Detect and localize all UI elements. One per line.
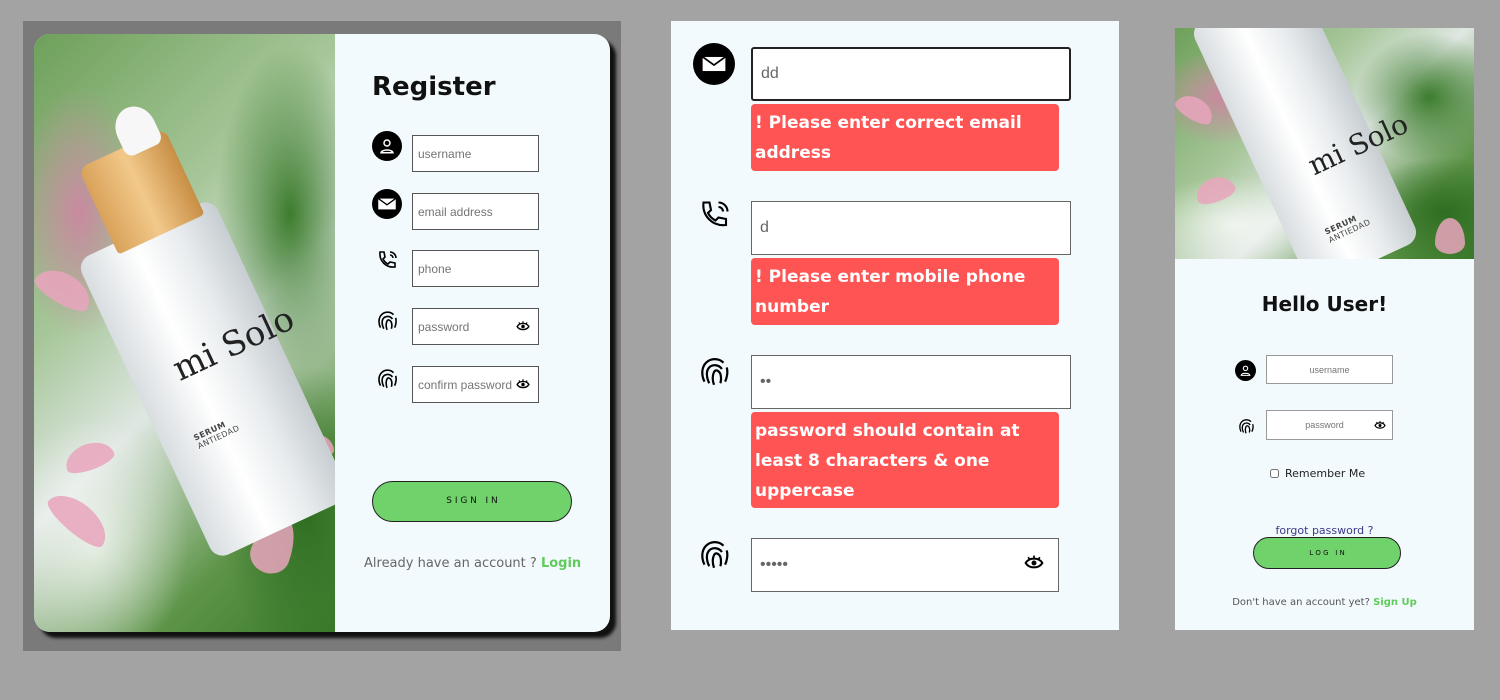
login-username-input[interactable] — [1267, 356, 1392, 383]
eye-icon[interactable] — [1024, 555, 1044, 576]
user-icon — [1235, 360, 1256, 381]
product-photo: mi Solo SERUM ANTIEDAD — [1175, 28, 1474, 259]
phone-icon — [693, 195, 735, 237]
register-title: Register — [372, 72, 496, 102]
login-username-field[interactable] — [1266, 355, 1393, 384]
login-password-field[interactable] — [1266, 410, 1393, 440]
phone-input-error[interactable] — [752, 202, 1070, 254]
remember-me-label: Remember Me — [1285, 467, 1366, 480]
sign-in-button[interactable]: S I G N I N — [372, 481, 572, 522]
password-input-error[interactable] — [752, 356, 1070, 408]
email-input-error[interactable] — [753, 49, 1069, 99]
login-link[interactable]: Login — [541, 556, 581, 571]
username-input[interactable] — [413, 136, 538, 171]
sign-up-link[interactable]: Sign Up — [1373, 597, 1417, 608]
fingerprint-icon — [372, 304, 402, 334]
fingerprint-icon — [693, 531, 735, 573]
email-field-error[interactable] — [751, 47, 1071, 101]
already-have-account: Already have an account ? Login — [364, 556, 582, 571]
password-error-message: password should contain at least 8 chara… — [751, 412, 1059, 508]
eye-icon[interactable] — [516, 375, 530, 394]
eye-icon[interactable] — [1374, 416, 1386, 435]
fingerprint-icon — [693, 348, 735, 390]
envelope-icon — [693, 43, 735, 85]
remember-me-checkbox[interactable] — [1270, 469, 1279, 478]
log-in-button[interactable]: L O G I N — [1253, 537, 1401, 569]
password-field[interactable] — [412, 308, 539, 345]
product-photo: mi Solo SERUM ANTIEDAD — [34, 34, 335, 632]
user-icon — [372, 131, 402, 161]
fingerprint-icon — [372, 362, 402, 392]
login-title: Hello User! — [1261, 292, 1388, 316]
email-error-message: ! Please enter correct email address — [751, 104, 1059, 171]
dont-have-account: Don't have an account yet? Sign Up — [1232, 597, 1417, 608]
username-field[interactable] — [412, 135, 539, 172]
password-field-error[interactable] — [751, 355, 1071, 409]
email-input[interactable] — [413, 194, 538, 229]
remember-me[interactable]: Remember Me — [1270, 467, 1365, 480]
phone-icon — [372, 246, 402, 276]
confirm-password-field[interactable] — [412, 366, 539, 403]
email-field[interactable] — [412, 193, 539, 230]
confirm-password-input-error[interactable] — [752, 539, 1058, 591]
confirm-password-field-error[interactable] — [751, 538, 1059, 592]
forgot-password-link[interactable]: forgot password ? — [1175, 524, 1474, 537]
phone-input[interactable] — [413, 251, 538, 286]
fingerprint-icon — [1235, 414, 1256, 435]
phone-field-error[interactable] — [751, 201, 1071, 255]
phone-error-message: ! Please enter mobile phone number — [751, 258, 1059, 325]
eye-icon[interactable] — [516, 317, 530, 336]
envelope-icon — [372, 189, 402, 219]
phone-field[interactable] — [412, 250, 539, 287]
